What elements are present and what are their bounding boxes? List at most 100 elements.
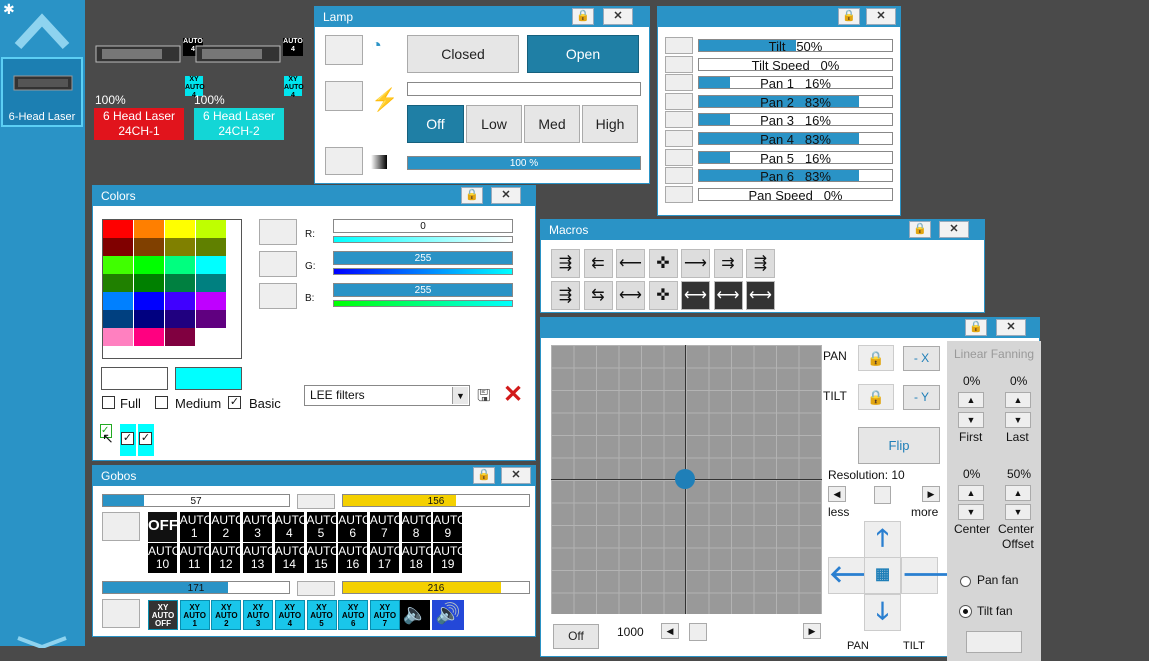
row-toggle[interactable] xyxy=(665,92,693,110)
fixture-2-label[interactable]: 6 Head Laser 24CH-2 xyxy=(194,108,284,140)
gobo-off[interactable]: OFF xyxy=(148,512,178,542)
fan-apply-button[interactable] xyxy=(966,631,1022,653)
xy-auto-button[interactable]: XY AUTO 1 xyxy=(179,600,210,630)
fixture-tile[interactable]: 6-Head Laser xyxy=(1,57,83,127)
row-toggle[interactable] xyxy=(665,74,693,92)
strobe-toggle[interactable] xyxy=(325,81,363,111)
green-bar[interactable]: 255 xyxy=(333,251,513,265)
chevron-down-icon[interactable] xyxy=(14,636,70,648)
gobo-toggle-2[interactable] xyxy=(297,581,335,596)
gobo-auto-button[interactable]: AUTO 1 xyxy=(179,512,213,542)
color-swatch[interactable] xyxy=(103,238,133,256)
gobo-bar-1[interactable]: 57 xyxy=(102,494,290,507)
gobo-auto-button[interactable]: AUTO 8 xyxy=(401,512,435,542)
fixture-1[interactable] xyxy=(94,40,182,71)
speaker-icon[interactable]: 🔈 xyxy=(400,600,430,630)
pan-fan-radio[interactable] xyxy=(960,576,971,587)
gobo-select-toggle[interactable] xyxy=(102,512,140,541)
macro-button[interactable]: ⟷ xyxy=(713,281,743,310)
close-button[interactable]: ✕ xyxy=(603,8,633,25)
color-swatch[interactable] xyxy=(165,328,195,346)
lock-icon[interactable]: 🔒 xyxy=(965,319,987,336)
lock-icon[interactable]: 🔒 xyxy=(572,8,594,25)
arrow-up-icon[interactable]: 🡑 xyxy=(864,521,901,558)
color-swatch[interactable] xyxy=(103,310,133,328)
resolution-increase[interactable]: ▶ xyxy=(922,486,940,502)
invert-x-button[interactable]: - X xyxy=(903,346,940,371)
gobo-auto-button[interactable]: AUTO 13 xyxy=(243,543,276,573)
strobe-low-button[interactable]: Low xyxy=(466,105,522,143)
flip-button[interactable]: Flip xyxy=(858,427,940,464)
close-button[interactable]: ✕ xyxy=(501,467,531,484)
chevron-up-icon[interactable] xyxy=(14,10,70,54)
macro-button[interactable]: ⇶ xyxy=(551,281,580,310)
gobo-bar-2[interactable]: 156 xyxy=(342,494,530,507)
resolution-decrease[interactable]: ◀ xyxy=(828,486,846,502)
gobo-auto-button[interactable]: AUTO 16 xyxy=(338,543,371,573)
color-swatch[interactable] xyxy=(134,274,164,292)
macro-button[interactable]: ⟷ xyxy=(681,281,710,310)
strobe-med-button[interactable]: Med xyxy=(524,105,580,143)
speed-increase[interactable]: ▶ xyxy=(803,623,821,639)
lock-icon[interactable]: 🔒 xyxy=(909,221,931,238)
row-toggle[interactable] xyxy=(665,37,693,54)
color-swatch[interactable] xyxy=(134,310,164,328)
dimmer-bar[interactable]: 100 % xyxy=(407,156,641,170)
lock-icon[interactable]: 🔒 xyxy=(858,345,894,371)
row-bar[interactable]: Pan 1 16% xyxy=(698,76,893,90)
lock-icon[interactable]: 🔒 xyxy=(858,384,894,410)
color-swatch[interactable] xyxy=(165,292,195,310)
blue-toggle[interactable] xyxy=(259,283,297,309)
speed-slider[interactable] xyxy=(689,623,707,641)
resolution-slider[interactable] xyxy=(874,486,891,504)
gobo-auto-button[interactable]: AUTO 17 xyxy=(369,543,403,573)
gobo-auto-button[interactable]: AUTO 15 xyxy=(306,543,340,573)
close-button[interactable]: ✕ xyxy=(939,221,969,238)
xy-auto-button[interactable]: XY AUTO 3 xyxy=(243,600,274,630)
xy-auto-button[interactable]: XY AUTO 4 xyxy=(274,600,305,630)
gobo-auto-button[interactable]: AUTO 19 xyxy=(433,543,466,573)
gobo-auto-button[interactable]: AUTO 11 xyxy=(179,543,213,573)
color-swatch[interactable] xyxy=(134,328,164,346)
xy-auto-button[interactable]: XY AUTO 5 xyxy=(306,600,337,630)
xy-select-toggle[interactable] xyxy=(102,599,140,628)
row-toggle[interactable] xyxy=(665,167,693,185)
gobo-auto-button[interactable]: AUTO 14 xyxy=(274,543,308,573)
fixture-2[interactable] xyxy=(194,40,282,71)
row-toggle[interactable] xyxy=(665,185,693,203)
fixture-checkbox[interactable]: ✓ xyxy=(139,432,152,445)
macro-button[interactable]: ⟷ xyxy=(616,281,645,310)
offset-up[interactable]: ▲ xyxy=(1005,485,1031,501)
macro-button[interactable]: ⟶ xyxy=(681,249,710,278)
green-toggle[interactable] xyxy=(259,251,297,277)
color-swatch[interactable] xyxy=(196,256,226,274)
gobo-auto-button[interactable]: AUTO 5 xyxy=(306,512,340,542)
color-swatch[interactable] xyxy=(103,274,133,292)
center-up[interactable]: ▲ xyxy=(958,485,984,501)
last-down[interactable]: ▼ xyxy=(1005,412,1031,428)
row-bar[interactable]: Tilt Speed 0% xyxy=(698,57,893,71)
delete-icon[interactable]: ✕ xyxy=(503,380,523,409)
strobe-bar[interactable] xyxy=(407,82,641,96)
color-swatch[interactable] xyxy=(134,256,164,274)
center-icon[interactable]: ▦ xyxy=(864,557,901,594)
gobo-bar-4[interactable]: 216 xyxy=(342,581,530,594)
lamp-toggle[interactable] xyxy=(325,35,363,65)
color-swatch[interactable] xyxy=(103,220,133,238)
fixture-checkbox[interactable]: ✓ xyxy=(121,432,134,445)
arrow-right-icon[interactable]: 🡒 xyxy=(901,557,966,594)
basic-checkbox[interactable]: ✓ xyxy=(228,396,241,409)
invert-y-button[interactable]: - Y xyxy=(903,385,940,410)
lock-icon[interactable]: 🔒 xyxy=(473,467,495,484)
gobo-toggle-1[interactable] xyxy=(297,494,335,509)
speed-decrease[interactable]: ◀ xyxy=(661,623,679,639)
row-bar[interactable]: Pan 2 83% xyxy=(698,94,893,108)
gobo-auto-button[interactable]: AUTO 6 xyxy=(338,512,371,542)
row-toggle[interactable] xyxy=(665,130,693,147)
gobo-auto-button[interactable]: AUTO 9 xyxy=(433,512,466,542)
color-swatch[interactable] xyxy=(165,256,195,274)
xy-auto-button[interactable]: XY AUTO 2 xyxy=(211,600,242,630)
lock-icon[interactable]: 🔒 xyxy=(838,8,860,25)
color-swatch[interactable] xyxy=(103,256,133,274)
macro-button[interactable]: ⟵ xyxy=(616,249,645,278)
